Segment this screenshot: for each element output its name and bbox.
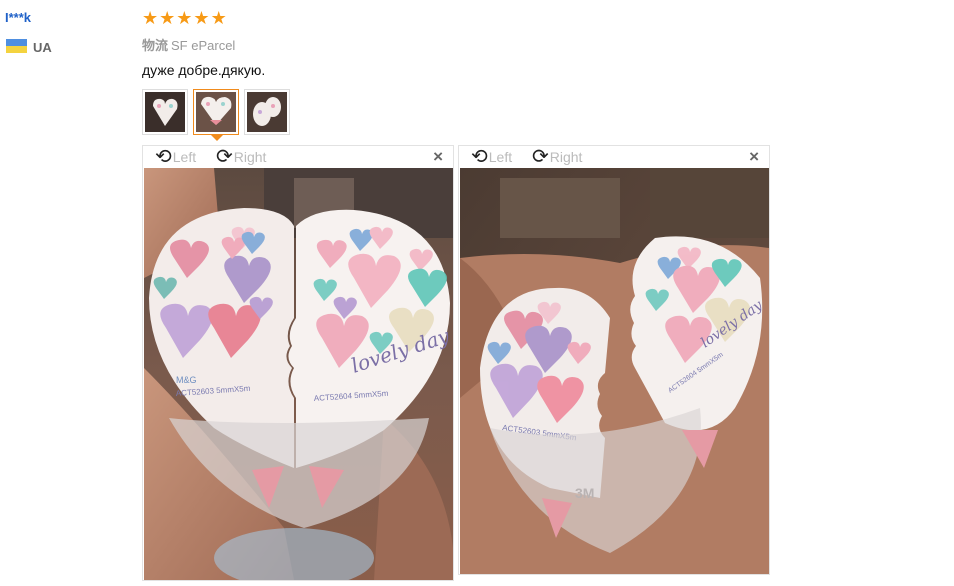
star-icon: ★ [159, 8, 176, 28]
ukraine-flag-icon [6, 39, 27, 53]
rotate-left-label: Left [172, 149, 197, 165]
thumbnail-1[interactable] [142, 89, 188, 135]
photo-viewer-2: ⟲ Left ⟳ Right × lovely day ACT52603 5mm… [458, 145, 770, 575]
rotate-right-button[interactable]: ⟳ Right [216, 147, 266, 167]
rotate-right-icon: ⟳ [216, 146, 233, 168]
star-rating: ★ ★ ★ ★ ★ [142, 9, 227, 27]
thumbnail-image [145, 92, 185, 132]
rotate-left-label: Left [488, 149, 513, 165]
star-icon: ★ [193, 8, 210, 28]
photo-viewer-1: ⟲ Left ⟳ Right × lovely day M&G ACT52603… [142, 145, 454, 581]
shipping-info: 物流 SF eParcel [142, 35, 235, 54]
star-icon: ★ [210, 8, 227, 28]
rotate-left-icon: ⟲ [471, 146, 488, 168]
thumbnail-image [196, 92, 236, 132]
rotate-right-icon: ⟳ [532, 146, 549, 168]
close-icon[interactable]: × [433, 148, 443, 166]
close-icon[interactable]: × [749, 148, 759, 166]
rotate-left-button[interactable]: ⟲ Left [155, 147, 196, 167]
rotate-right-button[interactable]: ⟳ Right [532, 147, 582, 167]
thumbnail-3[interactable] [244, 89, 290, 135]
review-thumbnails [142, 89, 290, 141]
reviewer-name[interactable]: I***k [5, 10, 31, 25]
shipping-label: 物流 [142, 38, 169, 53]
photo-1-image: lovely day M&G ACT52603 5mmX5m ACT52604 … [144, 168, 453, 580]
star-icon: ★ [176, 8, 193, 28]
photo-2-image: lovely day ACT52603 5mmX5m ACT52604 5mmX… [460, 168, 769, 574]
shipping-method: SF eParcel [171, 38, 236, 53]
star-icon: ★ [142, 8, 159, 28]
viewer-toolbar: ⟲ Left ⟳ Right × [143, 146, 453, 168]
svg-text:3M: 3M [575, 485, 594, 501]
viewer-toolbar: ⟲ Left ⟳ Right × [459, 146, 769, 168]
rotate-left-icon: ⟲ [155, 146, 172, 168]
svg-text:M&G: M&G [176, 375, 197, 385]
review-photo-2: lovely day ACT52603 5mmX5m ACT52604 5mmX… [460, 168, 769, 574]
rotate-right-label: Right [549, 149, 583, 165]
review-photo-1: lovely day M&G ACT52603 5mmX5m ACT52604 … [144, 168, 453, 580]
rotate-left-button[interactable]: ⟲ Left [471, 147, 512, 167]
thumbnail-2-selected[interactable] [193, 89, 239, 141]
review-text: дуже добре.дякую. [142, 62, 266, 78]
reviewer-country: UA [33, 40, 52, 55]
thumbnail-image [247, 92, 287, 132]
rotate-right-label: Right [233, 149, 267, 165]
